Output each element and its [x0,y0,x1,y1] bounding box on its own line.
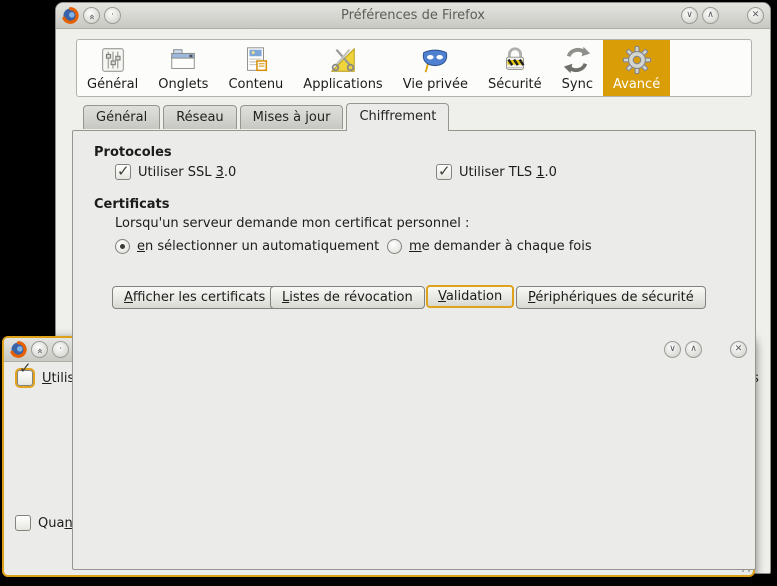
minimize-button[interactable]: ∨ [681,7,698,24]
category-label: Sécurité [488,77,542,92]
tab-general[interactable]: Général [83,105,160,129]
category-general[interactable]: Général [77,40,148,96]
document-image-icon [241,45,271,75]
revocation-lists-button[interactable]: Listes de révocation [270,286,425,309]
minimize-button[interactable]: ∨ [664,341,681,358]
sync-arrows-icon [562,45,592,75]
select-auto-radio[interactable] [115,239,130,254]
encryption-panel: Protocoles ✓ Utiliser SSL 3.0 ✓ Utiliser… [72,130,756,570]
desktop: « · Préférences de Firefox ∨ ∧ ✕ Général… [0,0,777,586]
scissors-ruler-icon [328,45,358,75]
tab-encryption[interactable]: Chiffrement [346,103,449,131]
padlock-icon [500,45,530,75]
select-auto-label: en sélectionner un automatiquement [137,239,379,254]
shade-button[interactable]: « [83,7,100,24]
fail-invalid-checkbox[interactable] [15,515,31,531]
sliders-icon [98,45,128,75]
category-label: Général [87,77,138,92]
security-devices-button[interactable]: Périphériques de sécurité [516,286,706,309]
check-icon: ✓ [117,162,130,180]
category-security[interactable]: Sécurité [478,40,552,96]
category-sync[interactable]: Sync [552,40,603,96]
browser-window-icon [168,45,198,75]
ask-each-label: me demander à chaque fois [409,239,592,254]
close-button[interactable]: ✕ [730,341,747,358]
close-button[interactable]: ✕ [747,7,764,24]
preferences-window: « · Préférences de Firefox ∨ ∧ ✕ Général… [55,2,771,574]
tab-network[interactable]: Réseau [163,105,236,129]
sticky-button[interactable]: · [52,341,69,358]
select-auto-radio-row[interactable]: en sélectionner un automatiquement [115,239,379,254]
protocols-heading: Protocoles [94,145,172,160]
view-certificates-button[interactable]: Afficher les certificats [112,286,277,309]
category-label: Sync [562,77,593,92]
ask-each-radio-row[interactable]: me demander à chaque fois [387,239,592,254]
gear-icon [622,45,652,75]
sticky-button[interactable]: · [104,7,121,24]
category-privacy[interactable]: Vie privée [393,40,478,96]
ocsp-checkbox[interactable]: ✓ [17,370,33,386]
advanced-tabs: Général Réseau Mises à jour Chiffrement [83,105,449,129]
category-label: Applications [303,77,382,92]
focus-ring: ✓ [15,368,35,388]
tls1-checkbox-row[interactable]: ✓ Utiliser TLS 1.0 [436,164,557,180]
category-advanced[interactable]: Avancé [603,40,670,96]
category-applications[interactable]: Applications [293,40,392,96]
maximize-button[interactable]: ∧ [702,7,719,24]
shade-button[interactable]: « [31,341,48,358]
ssl3-label: Utiliser SSL 3.0 [138,165,236,180]
category-label: Avancé [613,77,660,92]
certificates-heading: Certificats [94,197,170,212]
validation-button[interactable]: Validation [426,285,514,308]
tls1-checkbox[interactable]: ✓ [436,164,452,180]
ask-each-radio[interactable] [387,239,402,254]
firefox-icon [62,7,79,24]
category-label: Contenu [228,77,283,92]
category-label: Onglets [158,77,208,92]
check-icon: ✓ [438,162,451,180]
category-label: Vie privée [403,77,468,92]
tls1-label: Utiliser TLS 1.0 [459,165,557,180]
ssl3-checkbox[interactable]: ✓ [115,164,131,180]
window-title: Préférences de Firefox [56,8,770,23]
category-content[interactable]: Contenu [218,40,293,96]
mask-icon [420,45,450,75]
category-tabs[interactable]: Onglets [148,40,218,96]
firefox-icon [10,341,27,358]
certificate-prompt: Lorsqu'un serveur demande mon certificat… [115,216,469,231]
ssl3-checkbox-row[interactable]: ✓ Utiliser SSL 3.0 [115,164,236,180]
category-toolbar: Général Onglets Contenu Applications Vie… [76,39,752,97]
preferences-titlebar[interactable]: « · Préférences de Firefox ∨ ∧ ✕ [56,3,770,29]
tab-updates[interactable]: Mises à jour [240,105,344,129]
maximize-button[interactable]: ∧ [685,341,702,358]
